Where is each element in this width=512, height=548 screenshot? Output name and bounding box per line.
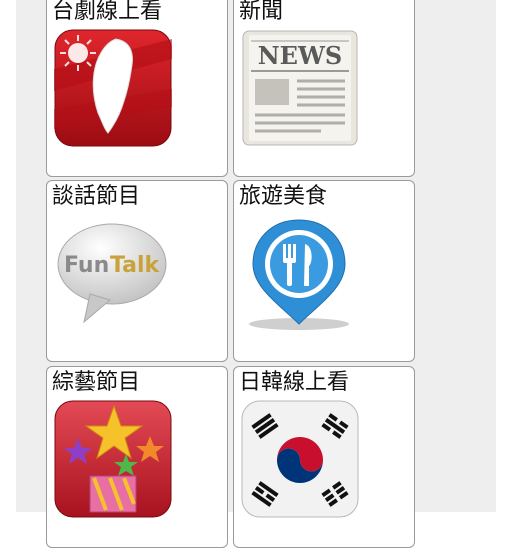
party-stars-icon xyxy=(54,400,172,518)
category-tile-news[interactable]: 新聞 NEWS xyxy=(233,0,415,177)
food-location-pin-icon xyxy=(241,214,359,332)
category-label: 旅遊美食 xyxy=(239,184,328,209)
category-label: 日韓線上看 xyxy=(239,370,350,395)
category-label: 台劇線上看 xyxy=(52,0,163,24)
funtalk-bubble-icon: Fun Talk xyxy=(54,214,172,332)
category-tile-travel-food[interactable]: 旅遊美食 xyxy=(233,180,415,362)
category-tile-japan-korea[interactable]: 日韓線上看 xyxy=(233,366,415,548)
page-margin-right xyxy=(496,0,512,512)
newspaper-icon: NEWS xyxy=(241,29,359,147)
news-masthead: NEWS xyxy=(258,41,343,70)
category-tile-taiwan-drama[interactable]: 台劇線上看 xyxy=(46,0,228,177)
category-tile-talk-show[interactable]: 談話節目 Fun Talk xyxy=(46,180,228,362)
korea-flag-icon xyxy=(241,400,359,518)
category-tile-variety[interactable]: 綜藝節目 xyxy=(46,366,228,548)
funtalk-fun-text: Fun xyxy=(64,253,109,278)
category-label: 新聞 xyxy=(239,0,284,24)
page-margin-left xyxy=(0,0,16,512)
taiwan-map-icon xyxy=(54,29,172,147)
funtalk-talk-text: Talk xyxy=(110,253,161,278)
category-label: 談話節目 xyxy=(52,184,141,209)
category-label: 綜藝節目 xyxy=(52,370,141,395)
